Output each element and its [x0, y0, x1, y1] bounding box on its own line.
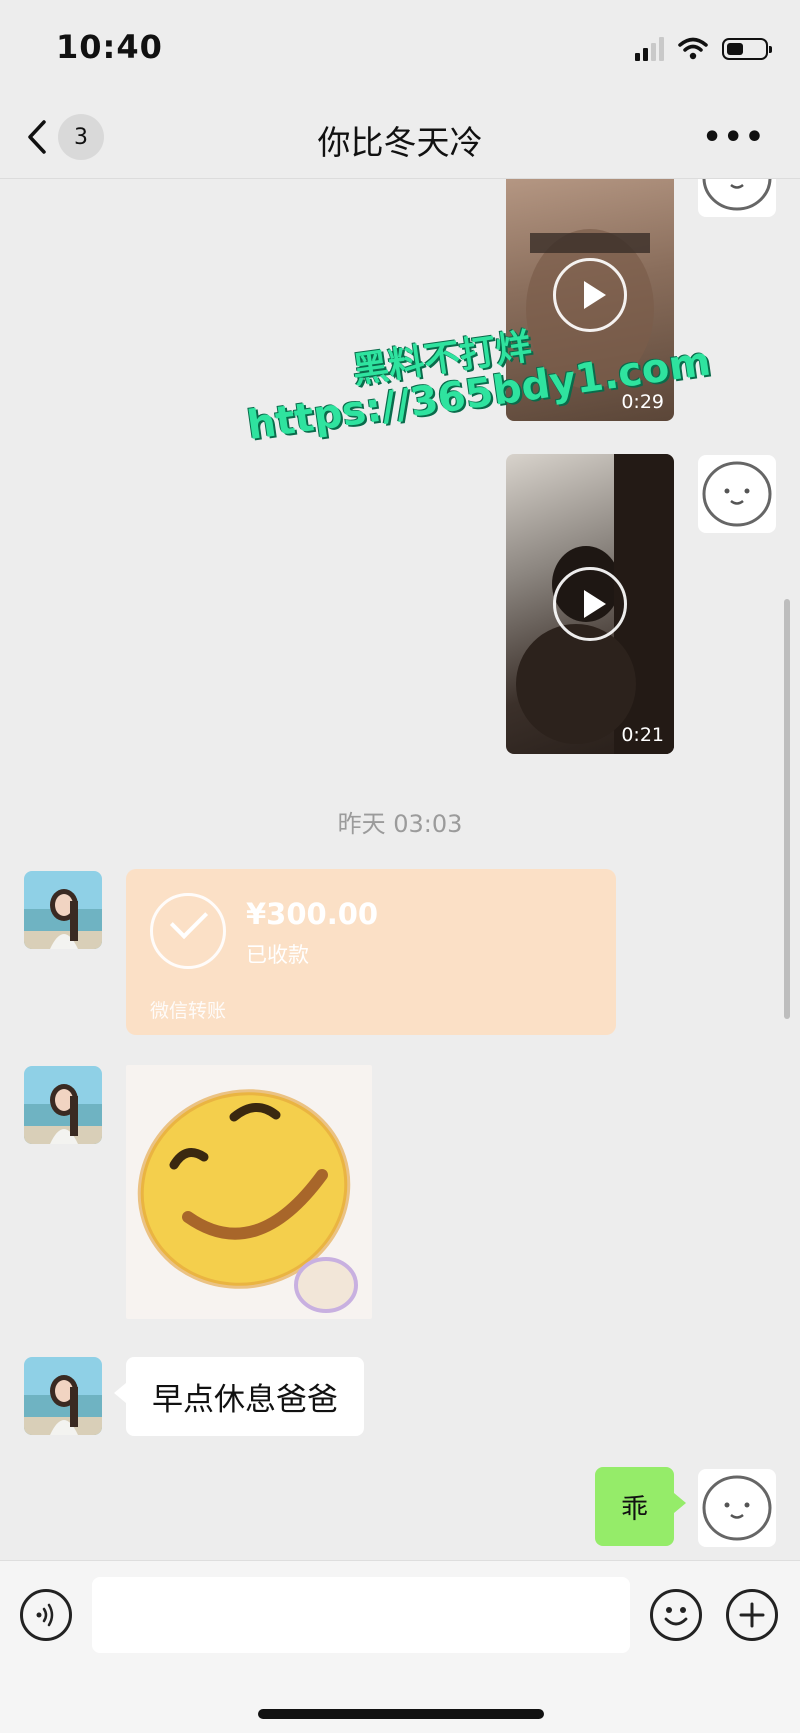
- more-actions-button[interactable]: [726, 1589, 778, 1641]
- more-options-button[interactable]: •••: [702, 120, 766, 155]
- video-message[interactable]: 0:29: [506, 179, 674, 421]
- play-icon: [553, 567, 627, 641]
- emoji-button[interactable]: [650, 1589, 702, 1641]
- plus-icon: [739, 1602, 765, 1628]
- my-avatar[interactable]: [698, 179, 776, 217]
- transfer-label: 微信转账: [150, 1000, 227, 1022]
- transfer-amount: ¥300.00: [246, 897, 379, 931]
- video-message[interactable]: 0:21: [506, 454, 674, 754]
- message-input[interactable]: [92, 1577, 630, 1653]
- laughing-emoji-sticker: [137, 1089, 358, 1313]
- play-icon: [553, 258, 627, 332]
- chat-title: 你比冬天冷: [317, 123, 483, 162]
- check-circle-icon: [150, 893, 226, 969]
- input-bar: [0, 1560, 800, 1733]
- smiley-icon: [664, 1607, 688, 1626]
- transfer-status: 已收款: [246, 943, 309, 967]
- wifi-icon: [678, 37, 708, 60]
- video-duration: 0:29: [621, 391, 664, 413]
- status-time: 10:40: [56, 28, 163, 66]
- my-avatar[interactable]: [698, 1469, 776, 1547]
- chat-header: 3 你比冬天冷 •••: [0, 100, 800, 179]
- scrollbar[interactable]: [784, 599, 790, 1019]
- battery-icon: [722, 38, 772, 60]
- contact-avatar[interactable]: [24, 1066, 102, 1144]
- message-timestamp: 昨天 03:03: [337, 810, 463, 838]
- received-text-message[interactable]: 早点休息爸爸: [114, 1357, 364, 1436]
- home-indicator[interactable]: [258, 1709, 544, 1719]
- status-icons: [635, 34, 772, 64]
- video-duration: 0:21: [621, 724, 664, 746]
- sent-text-message[interactable]: 乖: [595, 1467, 686, 1546]
- my-avatar[interactable]: [698, 455, 776, 533]
- message-list[interactable]: 0:29 0:21 昨天 03:03 ¥300.00 已收款 微信转账 早点休息…: [0, 179, 800, 1559]
- contact-avatar[interactable]: [24, 1357, 102, 1435]
- status-bar: 10:40: [0, 0, 800, 100]
- money-transfer-card[interactable]: ¥300.00 已收款 微信转账: [126, 869, 616, 1035]
- sticker-message[interactable]: [126, 1065, 372, 1319]
- cellular-signal-icon: [635, 37, 664, 61]
- contact-avatar[interactable]: [24, 871, 102, 949]
- voice-button[interactable]: [20, 1589, 72, 1641]
- voice-icon: [36, 1603, 54, 1627]
